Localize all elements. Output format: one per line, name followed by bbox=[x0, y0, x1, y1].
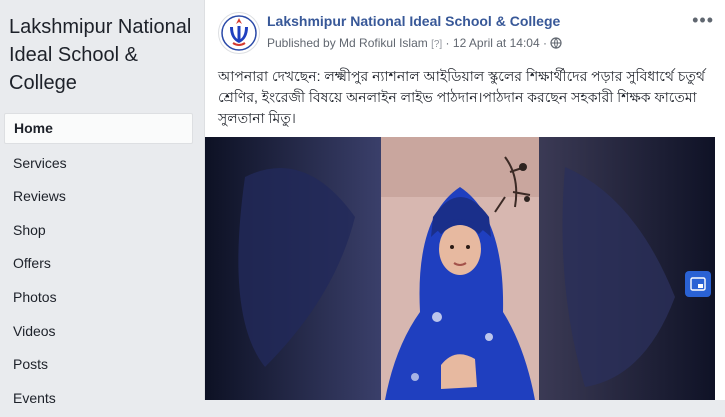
meta-separator: · bbox=[445, 36, 450, 50]
post-page-title[interactable]: Lakshmipur National Ideal School & Colle… bbox=[267, 13, 560, 29]
pip-icon[interactable] bbox=[685, 271, 711, 297]
video-player[interactable] bbox=[205, 137, 715, 400]
help-mark[interactable]: [?] bbox=[431, 39, 442, 50]
page-name[interactable]: Lakshmipur National Ideal School & Colle… bbox=[9, 13, 194, 97]
nav-item-reviews[interactable]: Reviews bbox=[4, 182, 193, 211]
globe-icon bbox=[550, 37, 562, 52]
published-by[interactable]: Published by Md Rofikul Islam bbox=[267, 36, 428, 50]
more-options-icon[interactable]: ••• bbox=[692, 10, 714, 31]
nav-item-services[interactable]: Services bbox=[4, 149, 193, 178]
post-text: আপনারা দেখছেন: লক্ষ্মীপুর ন্যাশনাল আইডিয… bbox=[218, 68, 705, 126]
post-date[interactable]: 12 April at 14:04 bbox=[453, 36, 540, 50]
post-card: Lakshmipur National Ideal School & Colle… bbox=[204, 0, 725, 400]
nav-item-home[interactable]: Home bbox=[4, 113, 193, 144]
page-nav: Home Services Reviews Shop Offers Photos… bbox=[4, 113, 193, 417]
meta-separator-2: · bbox=[542, 36, 547, 50]
nav-item-shop[interactable]: Shop bbox=[4, 216, 193, 245]
school-logo-icon[interactable] bbox=[218, 12, 260, 54]
page-sidebar: Lakshmipur National Ideal School & Colle… bbox=[0, 0, 198, 406]
nav-item-videos[interactable]: Videos bbox=[4, 317, 193, 346]
nav-item-offers[interactable]: Offers bbox=[4, 249, 193, 278]
nav-item-posts[interactable]: Posts bbox=[4, 350, 193, 379]
nav-item-events[interactable]: Events bbox=[4, 384, 193, 413]
nav-item-photos[interactable]: Photos bbox=[4, 283, 193, 312]
post-meta: Published by Md Rofikul Islam [?] · 12 A… bbox=[267, 36, 562, 52]
